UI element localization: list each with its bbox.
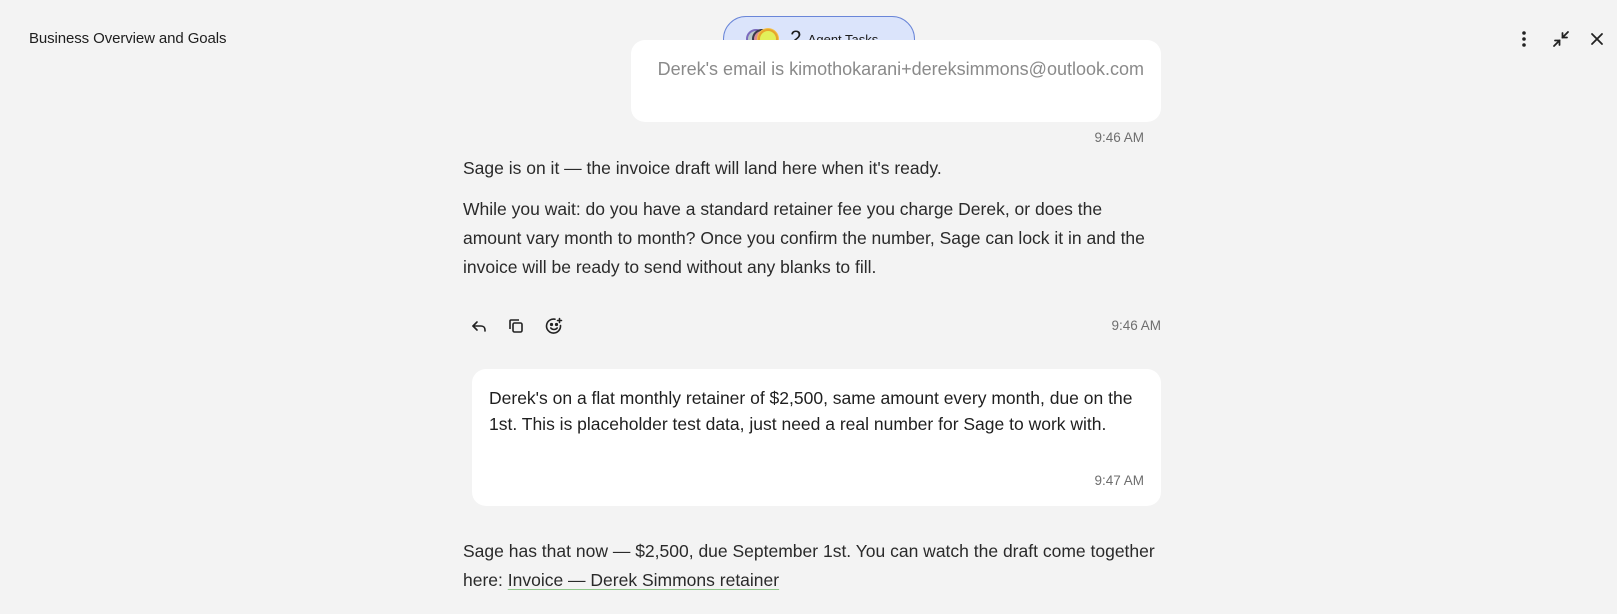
user-message-text: Derek's email is kimothokarani+dereksimm… — [657, 59, 1144, 79]
more-vertical-icon[interactable] — [1511, 26, 1537, 52]
reply-icon[interactable] — [466, 313, 492, 339]
assistant-message-paragraph: While you wait: do you have a standard r… — [463, 199, 1145, 277]
user-message-text: Derek's on a flat monthly retainer of $2… — [489, 388, 1133, 434]
emoji-add-icon[interactable] — [541, 313, 567, 339]
message-timestamp: 9:46 AM — [1111, 318, 1161, 333]
collapse-icon[interactable] — [1548, 26, 1574, 52]
close-icon[interactable] — [1584, 26, 1610, 52]
user-message-bubble: Derek's on a flat monthly retainer of $2… — [472, 369, 1161, 506]
page-title: Business Overview and Goals — [29, 30, 227, 47]
message-actions: 9:46 AM — [463, 313, 1161, 341]
copy-icon[interactable] — [503, 313, 529, 339]
message-timestamp: 9:46 AM — [1094, 130, 1144, 145]
assistant-message-paragraph: Sage has that now — $2,500, due Septembe… — [463, 537, 1163, 595]
invoice-draft-link[interactable]: Invoice — Derek Simmons retainer — [508, 570, 779, 590]
message-timestamp: 9:47 AM — [1094, 473, 1144, 488]
assistant-message-paragraph: Sage is on it — the invoice draft will l… — [463, 158, 942, 178]
user-message-bubble: Derek's email is kimothokarani+dereksimm… — [631, 40, 1161, 145]
